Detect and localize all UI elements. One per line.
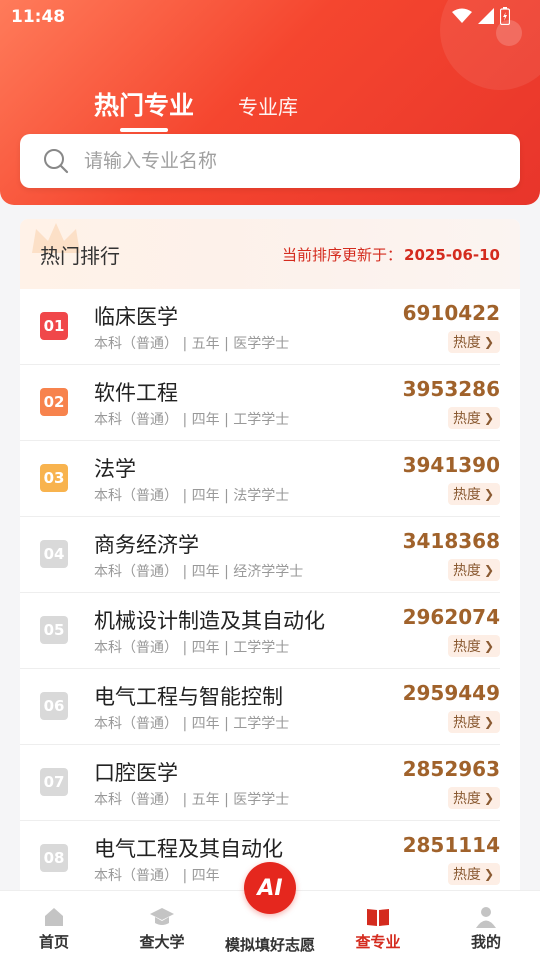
heat-button[interactable]: 热度 ❯ (447, 559, 500, 581)
tabbar-label: 查大学 (139, 933, 185, 951)
ranking-row[interactable]: 02 软件工程本科（普通） | 四年 | 工学学士 3953286 热度 ❯ (20, 365, 500, 441)
tabbar-mine[interactable]: 我的 (432, 891, 540, 960)
major-meta: 本科（普通） | 四年 | 工学学士 (94, 640, 290, 656)
ranking-updated: 当前排序更新于： 2025-06-10 (282, 244, 500, 265)
tabbar-home[interactable]: 首页 (0, 891, 108, 960)
chevron-right-icon: ❯ (483, 487, 494, 501)
tabbar-label: 首页 (38, 933, 69, 951)
heat-score: 2851114 (402, 833, 500, 857)
rank-badge: 02 (40, 388, 68, 416)
ranking-list: 01 临床医学 本科（普通） | 五年 | 医学学士 6910422 热度 ❯ 02 软件工程… (20, 289, 520, 897)
heat-button[interactable]: 热度 ❯ (447, 635, 500, 657)
heat-label: 热度 (452, 867, 481, 883)
chevron-right-icon: ❯ (483, 411, 494, 425)
updated-date: 2025-06-10 (404, 245, 500, 264)
heat-label: 热度 (452, 791, 481, 807)
rank-badge: 04 (40, 540, 68, 568)
tabbar-majors[interactable]: 查专业 (324, 891, 432, 960)
status-time: 11:48 (11, 7, 66, 27)
major-name: 商务经济学 (94, 533, 199, 557)
ranking-row[interactable]: 05 机械设计制造及其自动化本科（普通） | 四年 | 工学学士 2962074 热度… (20, 593, 500, 669)
graduation-cap-icon (150, 908, 174, 925)
tab-hot-majors[interactable]: 热门专业 (94, 86, 194, 132)
rank-badge: 07 (40, 768, 68, 796)
heat-score: 6910422 (402, 301, 500, 325)
signal-icon (478, 8, 494, 24)
heat-label: 热度 (452, 335, 481, 351)
tabbar-label: 查专业 (355, 933, 401, 951)
heat-label: 热度 (452, 411, 481, 427)
wifi-icon (452, 8, 472, 23)
heat-button[interactable]: 热度 ❯ (447, 483, 500, 505)
book-icon (367, 909, 389, 926)
heat-label: 热度 (452, 715, 481, 731)
person-icon (476, 907, 496, 928)
ai-button-label[interactable]: 模拟填好志愿 (215, 934, 325, 955)
rank-badge: 06 (40, 692, 68, 720)
ranking-row[interactable]: 01 临床医学本科（普通） | 五年 | 医学学士 6910422 热度 ❯ (20, 289, 500, 365)
ranking-row[interactable]: 03 法学本科（普通） | 四年 | 法学学士 3941390 热度 ❯ (20, 441, 500, 517)
ranking-header: 热门排行 当前排序更新于： 2025-06-10 (20, 219, 520, 289)
major-meta: 本科（普通） | 四年 | 经济学学士 (94, 564, 304, 580)
status-icons (452, 7, 510, 25)
major-meta: 本科（普通） | 四年 | 法学学士 (94, 488, 290, 504)
tabbar-label: 我的 (470, 933, 501, 951)
ranking-row[interactable]: 07 口腔医学本科（普通） | 五年 | 医学学士 2852963 热度 ❯ (20, 745, 500, 821)
major-meta: 本科（普通） | 五年 | 医学学士 (94, 792, 290, 808)
heat-label: 热度 (452, 487, 481, 503)
heat-button[interactable]: 热度 ❯ (447, 407, 500, 429)
major-meta: 本科（普通） | 五年 | 医学学士 (94, 336, 290, 352)
major-name: 机械设计制造及其自动化 (94, 609, 325, 633)
heat-button[interactable]: 热度 ❯ (447, 711, 500, 733)
major-name: 法学 (94, 457, 136, 481)
battery-icon (500, 7, 510, 25)
home-icon (45, 908, 63, 926)
ai-button[interactable]: AI (244, 862, 296, 914)
chevron-right-icon: ❯ (483, 715, 494, 729)
heat-score: 2959449 (402, 681, 500, 705)
rank-badge: 08 (40, 844, 68, 872)
search-input[interactable] (84, 150, 464, 172)
chevron-right-icon: ❯ (483, 639, 494, 653)
status-bar: 11:48 (0, 0, 540, 34)
header-tabs: 热门专业 专业库 (94, 86, 298, 132)
heat-score: 2962074 (402, 605, 500, 629)
updated-label: 当前排序更新于： (282, 245, 403, 264)
search-icon (44, 149, 69, 174)
heat-label: 热度 (452, 639, 481, 655)
major-name: 口腔医学 (94, 761, 178, 785)
heat-button[interactable]: 热度 ❯ (447, 787, 500, 809)
major-name: 电气工程及其自动化 (94, 837, 283, 861)
heat-label: 热度 (452, 563, 481, 579)
ranking-title: 热门排行 (40, 243, 120, 268)
tab-major-library[interactable]: 专业库 (238, 91, 298, 128)
major-name: 电气工程与智能控制 (94, 685, 283, 709)
chevron-right-icon: ❯ (483, 867, 494, 881)
heat-button[interactable]: 热度 ❯ (447, 331, 500, 353)
major-meta: 本科（普通） | 四年 | 工学学士 (94, 412, 290, 428)
heat-score: 3953286 (402, 377, 500, 401)
major-meta: 本科（普通） | 四年 | 工学学士 (94, 716, 290, 732)
rank-badge: 05 (40, 616, 68, 644)
chevron-right-icon: ❯ (483, 791, 494, 805)
ranking-row[interactable]: 06 电气工程与智能控制本科（普通） | 四年 | 工学学士 2959449 热度 ❯ (20, 669, 500, 745)
heat-score: 2852963 (402, 757, 500, 781)
ranking-card: 热门排行 当前排序更新于： 2025-06-10 01 临床医学本科（普通） | 五… (20, 219, 520, 899)
major-name: 软件工程 (94, 381, 178, 405)
chevron-right-icon: ❯ (483, 335, 494, 349)
heat-score: 3941390 (402, 453, 500, 477)
search-box[interactable] (20, 134, 520, 188)
heat-button[interactable]: 热度 ❯ (447, 863, 500, 885)
rank-badge: 01 (40, 312, 68, 340)
ranking-row[interactable]: 04 商务经济学本科（普通） | 四年 | 经济学学士 3418368 热度 ❯ (20, 517, 500, 593)
major-name: 临床医学 (94, 305, 178, 329)
chevron-right-icon: ❯ (483, 563, 494, 577)
heat-score: 3418368 (402, 529, 500, 553)
major-meta: 本科（普通） | 四年 (94, 868, 220, 884)
tabbar-universities[interactable]: 查大学 (108, 891, 216, 960)
rank-badge: 03 (40, 464, 68, 492)
